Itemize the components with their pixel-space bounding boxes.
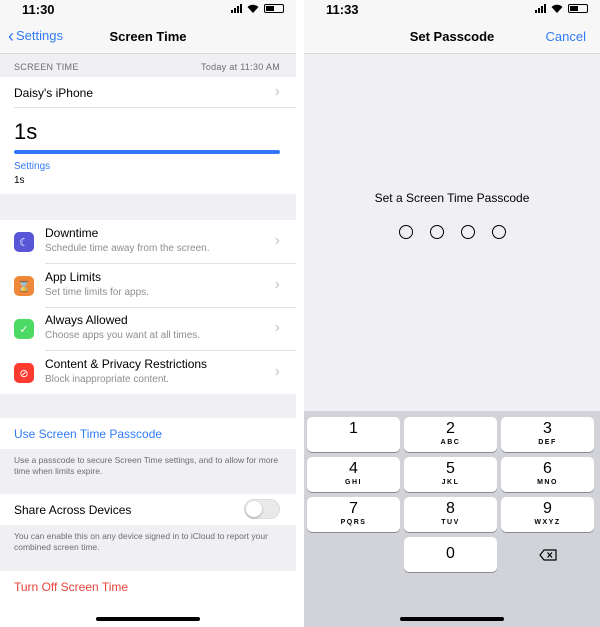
feature-subtitle: Choose apps you want at all times. xyxy=(45,330,201,341)
turn-off-screen-time-button[interactable]: Turn Off Screen Time xyxy=(14,580,128,594)
no-entry-icon: ⊘ xyxy=(14,363,34,383)
home-indicator xyxy=(400,617,504,621)
divider xyxy=(14,107,296,108)
wifi-icon xyxy=(247,4,259,13)
key-7[interactable]: 7 PQRS xyxy=(307,497,400,532)
chevron-right-icon: › xyxy=(274,319,280,336)
usage-card: Daisy's iPhone › 1s Settings 1s xyxy=(0,77,296,194)
updated-timestamp: Today at 11:30 AM xyxy=(201,62,280,72)
chevron-right-icon: › xyxy=(274,276,280,293)
key-2[interactable]: 2 ABC xyxy=(404,417,497,452)
screen-time-settings-screen: 11:30 ‹ Settings Screen Time SCREEN TIME… xyxy=(0,0,296,627)
always-allowed-row[interactable]: ✓ Always Allowed Choose apps you want at… xyxy=(0,307,296,350)
usage-category-label: Settings xyxy=(14,161,51,172)
passcode-dot xyxy=(491,225,506,239)
feature-title: Always Allowed xyxy=(45,313,128,327)
key-letters: JKL xyxy=(441,479,460,486)
key-digit: 6 xyxy=(543,460,552,477)
key-digit: 0 xyxy=(446,545,455,562)
content-privacy-row[interactable]: ⊘ Content & Privacy Restrictions Block i… xyxy=(0,351,296,394)
key-5[interactable]: 5 JKL xyxy=(404,457,497,492)
navigation-bar: Set Passcode Cancel xyxy=(304,18,600,54)
cellular-signal-icon xyxy=(535,4,546,13)
key-letters: PQRS xyxy=(340,519,367,526)
passcode-prompt: Set a Screen Time Passcode xyxy=(374,191,530,205)
device-row[interactable] xyxy=(0,77,296,107)
numeric-keypad: 1 2 ABC 3 DEF 4 GHI 5 JKL 6 MNO 7 PQRS 8 TUV 9 W… xyxy=(304,411,600,627)
set-passcode-screen: 11:33 Set Passcode Cancel Set a Screen T… xyxy=(304,0,600,627)
key-digit: 1 xyxy=(349,420,358,437)
status-bar: 11:33 xyxy=(304,0,600,18)
feature-subtitle: Schedule time away from the screen. xyxy=(45,243,210,254)
feature-list: ☾ Downtime Schedule time away from the s… xyxy=(0,220,296,394)
section-title: SCREEN TIME xyxy=(14,62,79,72)
battery-icon xyxy=(264,4,284,13)
passcode-row[interactable]: Use Screen Time Passcode xyxy=(0,418,296,449)
cancel-button[interactable]: Cancel xyxy=(546,29,586,44)
passcode-dot xyxy=(460,225,475,239)
key-3[interactable]: 3 DEF xyxy=(501,417,594,452)
key-letters: TUV xyxy=(441,519,460,526)
key-9[interactable]: 9 WXYZ xyxy=(501,497,594,532)
checkmark-badge-icon: ✓ xyxy=(14,319,34,339)
share-row: Share Across Devices xyxy=(0,494,296,525)
wifi-icon xyxy=(551,4,563,13)
downtime-row[interactable]: ☾ Downtime Schedule time away from the s… xyxy=(0,220,296,263)
home-indicator xyxy=(96,617,200,621)
usage-total: 1s xyxy=(14,119,38,144)
key-letters: DEF xyxy=(538,439,557,446)
turn-off-row[interactable]: Turn Off Screen Time xyxy=(0,571,296,602)
section-header: SCREEN TIME Today at 11:30 AM xyxy=(0,55,296,77)
share-toggle[interactable] xyxy=(244,499,280,519)
battery-icon xyxy=(568,4,588,13)
chevron-right-icon: › xyxy=(274,232,280,249)
key-letters: GHI xyxy=(345,479,362,486)
key-6[interactable]: 6 MNO xyxy=(501,457,594,492)
page-title: Screen Time xyxy=(109,29,187,44)
usage-bar xyxy=(14,150,280,154)
status-time: 11:33 xyxy=(326,2,359,17)
share-label: Share Across Devices xyxy=(14,503,132,517)
screen-separator xyxy=(296,0,304,627)
usage-category-value: 1s xyxy=(14,175,25,186)
feature-title: App Limits xyxy=(45,270,102,284)
key-digit: 4 xyxy=(349,460,358,477)
downtime-moon-icon: ☾ xyxy=(14,232,34,252)
hourglass-icon: ⌛ xyxy=(14,276,34,296)
key-digit: 2 xyxy=(446,420,455,437)
feature-subtitle: Set time limits for apps. xyxy=(45,287,149,298)
key-letters: MNO xyxy=(537,479,558,486)
key-digit: 3 xyxy=(543,420,552,437)
backspace-button[interactable] xyxy=(501,537,594,572)
app-limits-row[interactable]: ⌛ App Limits Set time limits for apps. › xyxy=(0,264,296,307)
key-letters: WXYZ xyxy=(534,519,561,526)
status-time: 11:30 xyxy=(22,2,55,17)
feature-title: Downtime xyxy=(45,226,99,240)
passcode-dot xyxy=(398,225,413,239)
share-footnote: You can enable this on any device signed… xyxy=(14,531,268,552)
navigation-bar: ‹ Settings Screen Time xyxy=(0,18,296,54)
toggle-knob xyxy=(246,501,262,517)
backspace-icon xyxy=(538,548,557,561)
key-4[interactable]: 4 GHI xyxy=(307,457,400,492)
status-bar: 11:30 xyxy=(0,0,296,18)
key-digit: 8 xyxy=(446,500,455,517)
feature-subtitle: Block inappropriate content. xyxy=(45,374,169,385)
chevron-right-icon: › xyxy=(274,363,280,380)
key-8[interactable]: 8 TUV xyxy=(404,497,497,532)
use-passcode-link[interactable]: Use Screen Time Passcode xyxy=(14,427,162,441)
key-digit: 5 xyxy=(446,460,455,477)
cellular-signal-icon xyxy=(231,4,242,13)
key-letters: ABC xyxy=(440,439,461,446)
key-digit: 9 xyxy=(543,500,552,517)
bottom-area xyxy=(0,602,296,627)
passcode-dot xyxy=(429,225,444,239)
key-digit: 7 xyxy=(349,500,358,517)
feature-title: Content & Privacy Restrictions xyxy=(45,357,208,371)
key-1[interactable]: 1 xyxy=(307,417,400,452)
passcode-footnote: Use a passcode to secure Screen Time set… xyxy=(14,455,279,476)
passcode-dots xyxy=(304,225,600,239)
key-0[interactable]: 0 xyxy=(404,537,497,572)
